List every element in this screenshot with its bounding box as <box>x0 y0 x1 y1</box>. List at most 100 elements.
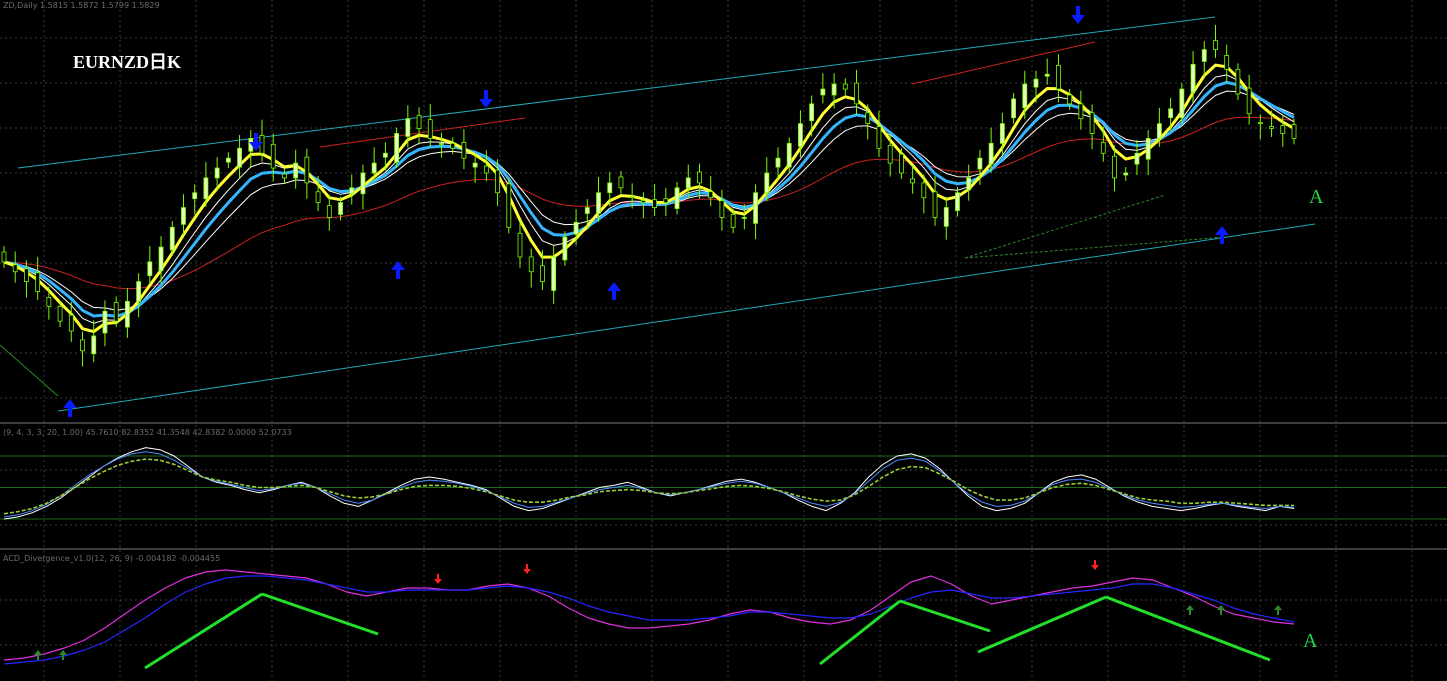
candle-body <box>1235 68 1241 95</box>
candle-body <box>741 217 747 219</box>
buy-signal-arrow <box>34 650 42 660</box>
macd-point-a-label: A <box>1303 630 1318 652</box>
candle-body <box>1 251 7 263</box>
candle-body <box>124 300 130 328</box>
candle-body <box>102 310 108 334</box>
candle-body <box>887 144 893 164</box>
candle-body <box>865 112 871 125</box>
candle-body <box>618 176 624 189</box>
candle-body <box>584 207 590 214</box>
candle-body <box>999 123 1005 144</box>
candle-body <box>663 198 669 204</box>
candle-body <box>1134 152 1140 165</box>
candle-body <box>506 183 512 228</box>
candle-body <box>80 339 85 352</box>
candle-body <box>775 157 781 168</box>
candle-body <box>1269 126 1274 129</box>
candle-body <box>820 88 826 96</box>
candle-body <box>786 142 792 168</box>
divergence-line <box>0 344 59 397</box>
candle-body <box>607 182 613 194</box>
candle-body <box>35 272 41 292</box>
candle-body <box>730 214 736 228</box>
candle-body <box>1246 87 1252 115</box>
candle-body <box>1033 78 1039 88</box>
candle-body <box>394 133 400 163</box>
divergence-line <box>964 236 1226 259</box>
price-point-a-label: A <box>1309 186 1324 208</box>
candle-body <box>1078 103 1084 120</box>
candle-body <box>596 192 601 214</box>
fractal-up-arrow <box>391 261 405 279</box>
candle-body <box>809 103 815 122</box>
candle-body <box>854 82 859 105</box>
candle-body <box>708 191 714 199</box>
channel-lower-line <box>57 223 1316 412</box>
candle-body <box>1056 64 1061 90</box>
divergence-trend-line <box>144 592 263 670</box>
candle-body <box>932 191 938 218</box>
candle-body <box>24 268 29 283</box>
candle-body <box>517 232 523 258</box>
candle-body <box>360 172 366 195</box>
resistance-line-2 <box>911 41 1096 85</box>
candle-body <box>136 281 142 302</box>
candle-body <box>910 178 916 184</box>
divergence-line <box>964 194 1166 259</box>
candle-body <box>842 83 848 90</box>
fractal-up-arrow <box>607 282 621 300</box>
candle-body <box>12 264 18 273</box>
candle-body <box>674 187 680 209</box>
sell-signal-arrow <box>1091 560 1099 570</box>
fractal-up-arrow <box>63 399 77 417</box>
candle-body <box>293 162 299 179</box>
candle-body <box>1123 172 1129 176</box>
candle-body <box>1224 55 1230 70</box>
candle-body <box>898 153 904 174</box>
candle-body <box>1112 155 1117 179</box>
candle-body <box>225 157 231 163</box>
candle-body <box>921 182 927 199</box>
candle-body <box>57 305 63 322</box>
candle-body <box>1022 83 1028 109</box>
candle-body <box>472 162 478 168</box>
candle-body <box>1291 124 1297 139</box>
stoch-blue-line <box>3 451 1295 518</box>
macd-magenta-line <box>3 569 1295 661</box>
candle-body <box>640 200 646 204</box>
candle-body <box>573 221 579 235</box>
candle-body <box>46 297 52 307</box>
chart-canvas <box>0 0 1447 681</box>
candle-body <box>349 187 355 195</box>
fractal-up-arrow <box>1215 226 1229 244</box>
candle-body <box>439 142 444 145</box>
candle-body <box>315 191 321 204</box>
candle-body <box>1089 112 1095 134</box>
candle-body <box>1067 94 1073 105</box>
candle-body <box>1179 88 1185 119</box>
candle-body <box>461 141 467 159</box>
macd-blue-line <box>3 575 1295 665</box>
buy-signal-arrow <box>1274 605 1282 615</box>
stoch-green-line <box>3 458 1294 515</box>
candle-body <box>562 236 568 261</box>
candle-body <box>304 156 310 184</box>
candle-body <box>551 256 557 291</box>
grid-lines <box>0 0 1447 681</box>
candle-body <box>427 119 433 139</box>
candle-body <box>955 192 960 211</box>
candle-body <box>147 261 153 277</box>
candle-body <box>831 83 837 96</box>
candle-body <box>68 314 74 332</box>
main-chart-info: ZD,Daily 1.5815 1.5872 1.5799 1.5829 <box>3 1 160 10</box>
price-panel <box>0 6 1316 417</box>
candle-body <box>528 256 534 273</box>
channel-upper-line <box>17 16 1216 169</box>
candle-body <box>113 301 119 322</box>
candle-body <box>798 123 803 147</box>
ma-yellow-line <box>3 63 1295 334</box>
candle-body <box>685 177 691 189</box>
candle-body <box>237 147 242 168</box>
candle-body <box>169 226 175 251</box>
candle-body <box>629 196 635 199</box>
